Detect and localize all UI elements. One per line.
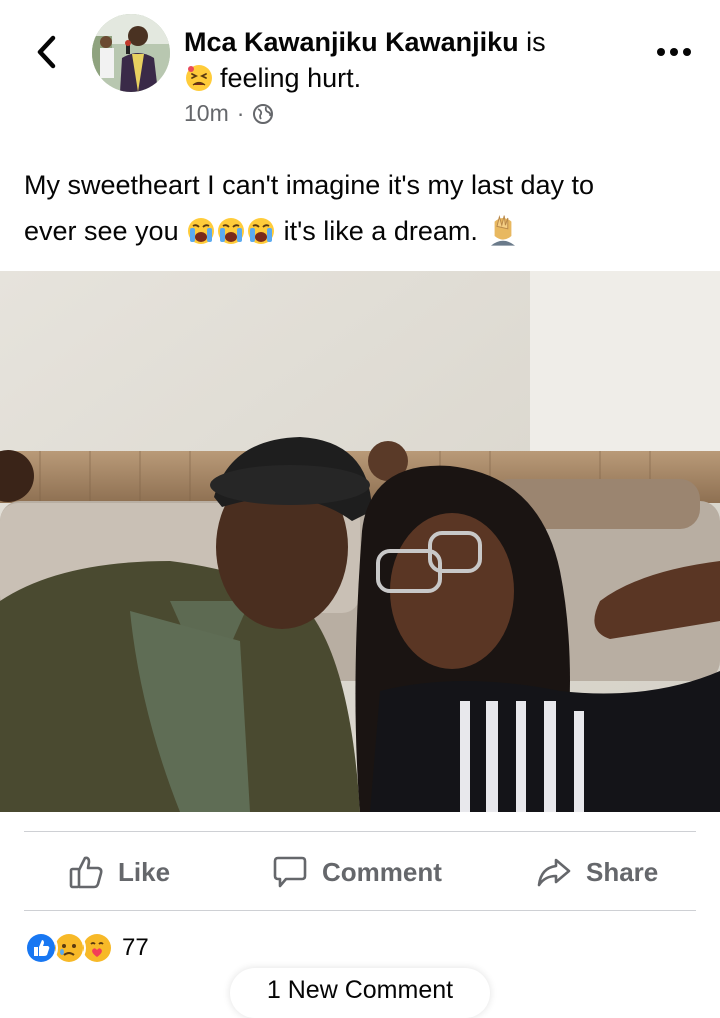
post-photo[interactable] — [0, 271, 720, 812]
thumbs-up-icon — [69, 856, 103, 889]
share-button[interactable]: Share — [536, 834, 658, 910]
share-label: Share — [586, 856, 659, 887]
divider-top — [24, 831, 696, 832]
back-button[interactable] — [26, 30, 66, 74]
post-meta: 10m · — [184, 100, 274, 127]
comment-button[interactable]: Comment — [272, 834, 442, 910]
chevron-left-icon — [37, 35, 56, 69]
like-button[interactable]: Like — [68, 834, 170, 910]
facepalm-icon — [491, 214, 516, 246]
post-header: Mca Kawanjiku Kawanjiku is feeling hurt.… — [0, 0, 720, 140]
post-text-line1: My sweetheart I can't imagine it's my la… — [24, 170, 595, 200]
reactions-summary[interactable]: 77 — [24, 930, 149, 966]
is-text: is — [526, 27, 546, 57]
action-bar: Like Comment Share — [0, 834, 720, 910]
author-avatar[interactable] — [92, 14, 170, 92]
author-line: Mca Kawanjiku Kawanjiku is feeling hurt. — [184, 24, 624, 96]
post-text-line2a: ever see you — [24, 216, 179, 246]
globe-icon — [253, 103, 274, 124]
loudly-crying-face-icon — [218, 218, 245, 244]
loudly-crying-face-icon — [248, 218, 275, 244]
ellipsis-icon — [657, 48, 691, 56]
tired-face-emoji-icon — [186, 65, 212, 91]
like-label: Like — [118, 856, 171, 887]
comment-label: Comment — [322, 856, 442, 887]
share-arrow-icon — [537, 858, 571, 887]
comment-bubble-icon — [273, 856, 307, 888]
reaction-count: 77 — [122, 934, 149, 961]
loudly-crying-face-icon — [188, 218, 215, 244]
meta-separator: · — [236, 100, 245, 126]
author-name[interactable]: Mca Kawanjiku Kawanjiku — [184, 27, 519, 57]
more-options-button[interactable] — [652, 40, 696, 64]
new-comment-label: 1 New Comment — [266, 976, 454, 1004]
like-reaction-icon — [24, 931, 58, 965]
new-comment-pill[interactable]: 1 New Comment — [230, 968, 490, 1018]
feeling-text: feeling hurt. — [220, 63, 362, 93]
post-text: My sweetheart I can't imagine it's my la… — [24, 162, 696, 254]
post-text-line2b: it's like a dream. — [283, 216, 478, 246]
post-time[interactable]: 10m — [184, 100, 229, 127]
divider-bottom — [24, 910, 696, 911]
